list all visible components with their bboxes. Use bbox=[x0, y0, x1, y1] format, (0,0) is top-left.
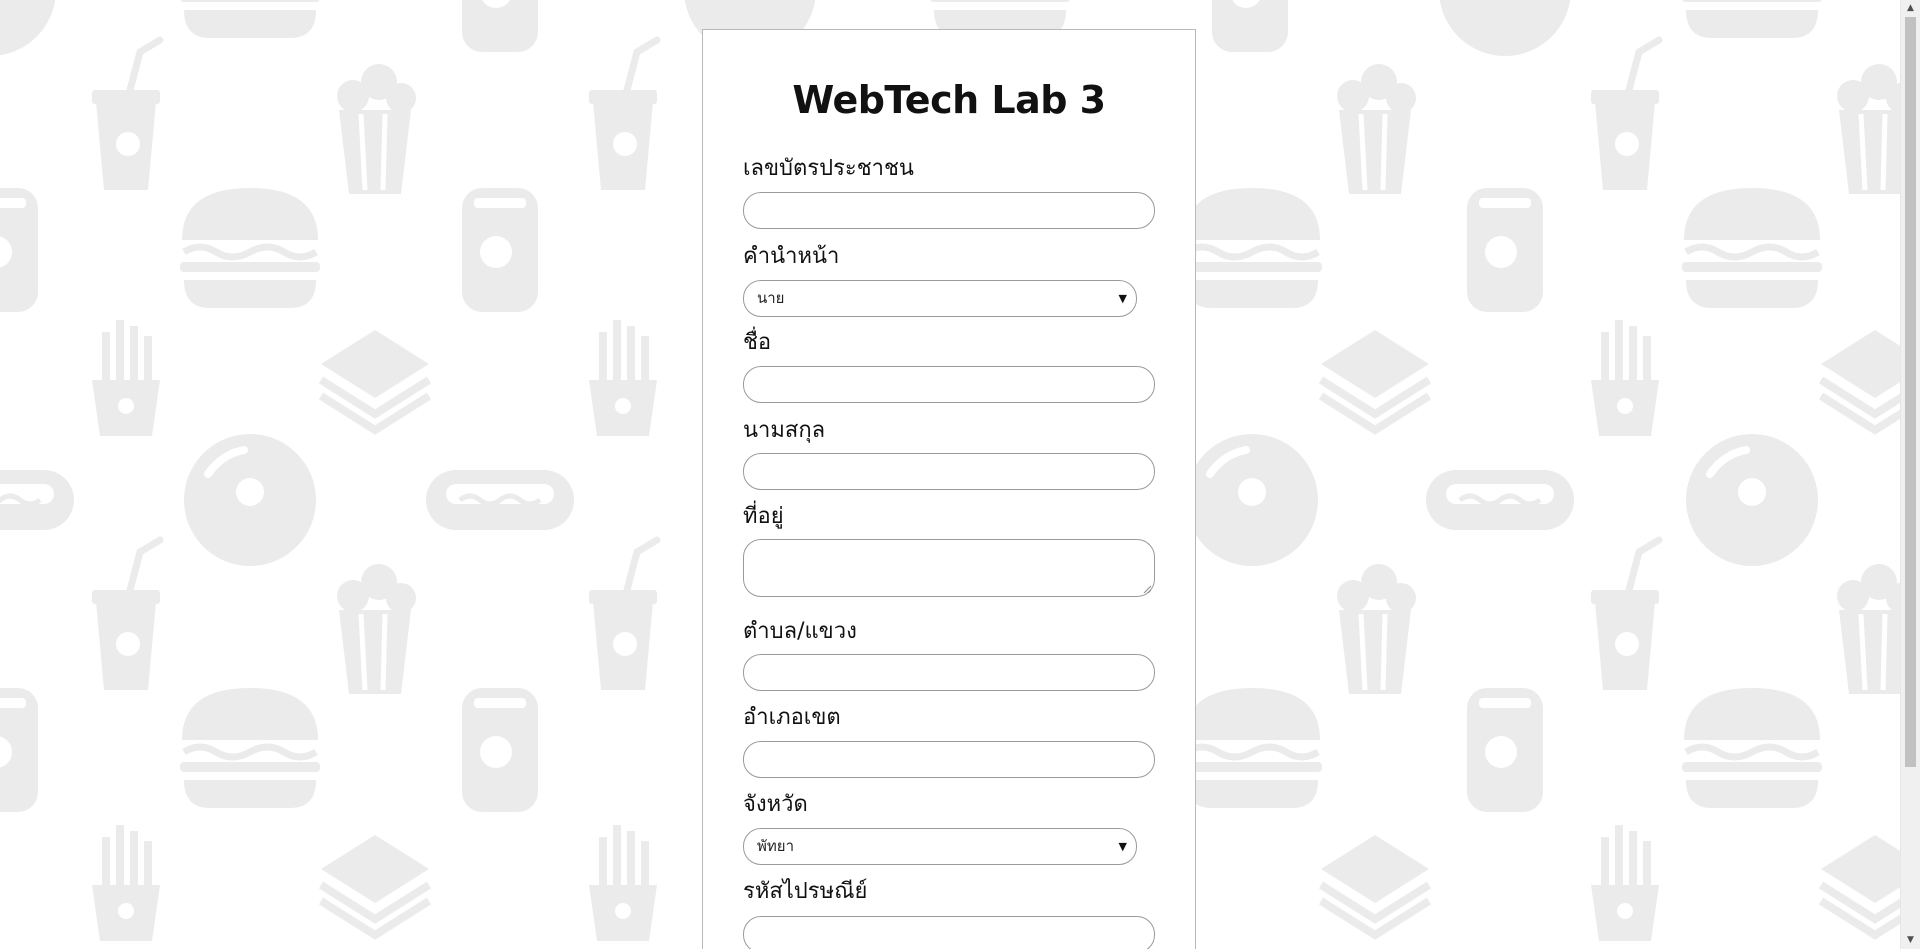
district-input[interactable] bbox=[743, 741, 1155, 778]
district-label: อำเภอเขต bbox=[743, 705, 841, 730]
postal-code-input[interactable] bbox=[743, 916, 1155, 949]
postal-code-label: รหัสไปรษณีย์ bbox=[743, 879, 868, 904]
scroll-up-arrow-icon[interactable]: ▲ bbox=[1901, 0, 1920, 17]
subdistrict-input[interactable] bbox=[743, 654, 1155, 691]
address-textarea[interactable] bbox=[743, 539, 1155, 597]
triangle-down-icon: ▼ bbox=[1118, 292, 1127, 305]
subdistrict-label: ตำบล/แขวง bbox=[743, 619, 857, 644]
prefix-select[interactable]: นาย ▼ bbox=[743, 280, 1137, 317]
first-name-input[interactable] bbox=[743, 366, 1155, 403]
last-name-label: นามสกุล bbox=[743, 418, 826, 443]
province-label: จังหวัด bbox=[743, 792, 808, 817]
scrollbar-thumb[interactable] bbox=[1905, 17, 1916, 767]
last-name-input[interactable] bbox=[743, 453, 1155, 490]
page-title: WebTech Lab 3 bbox=[792, 78, 1106, 122]
province-select[interactable]: พัทยา ▼ bbox=[743, 828, 1137, 865]
prefix-label: คำนำหน้า bbox=[743, 244, 840, 269]
citizen-id-label: เลขบัตรประชาชน bbox=[743, 156, 914, 181]
citizen-id-input[interactable] bbox=[743, 192, 1155, 229]
resize-grip-icon[interactable] bbox=[1143, 585, 1151, 593]
vertical-scrollbar[interactable]: ▲ ▼ bbox=[1900, 0, 1920, 949]
registration-form-card: WebTech Lab 3 เลขบัตรประชาชน คำนำหน้า นา… bbox=[702, 29, 1196, 949]
address-label: ที่อยู่ bbox=[743, 504, 784, 529]
first-name-label: ชื่อ bbox=[743, 330, 772, 355]
scroll-down-arrow-icon[interactable]: ▼ bbox=[1901, 932, 1920, 949]
triangle-down-icon: ▼ bbox=[1118, 840, 1127, 853]
prefix-selected-value: นาย bbox=[757, 289, 785, 307]
province-selected-value: พัทยา bbox=[757, 837, 794, 855]
